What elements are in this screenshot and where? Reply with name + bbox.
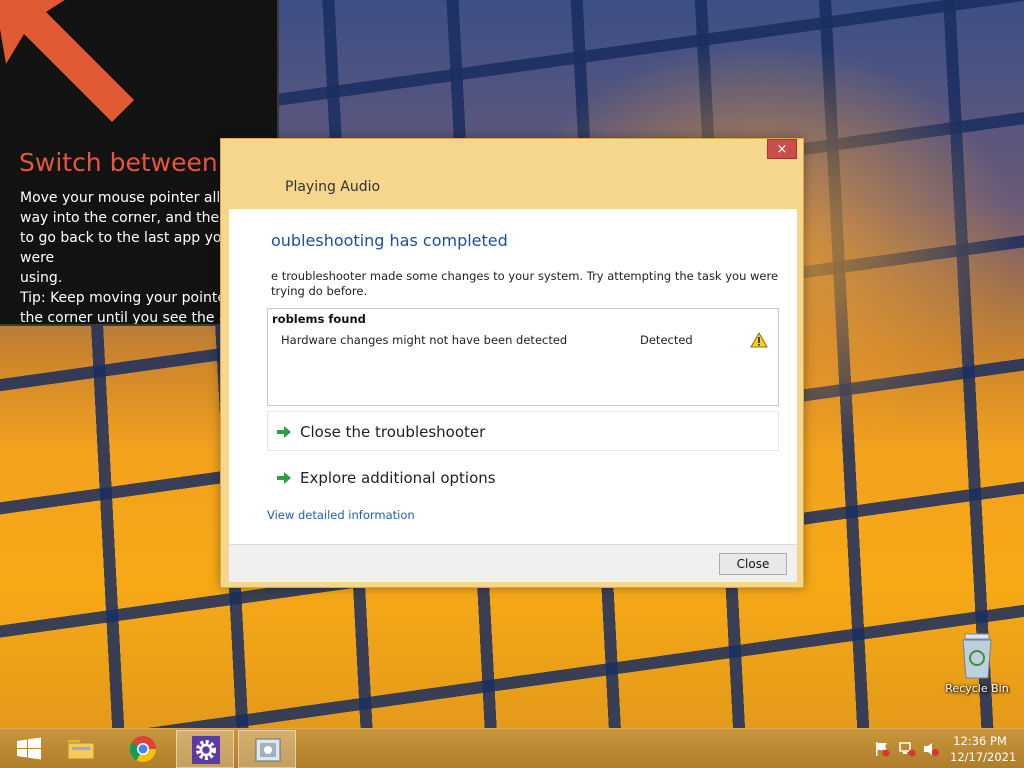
view-detailed-information-link[interactable]: View detailed information — [267, 508, 415, 522]
problem-status: Detected — [640, 333, 693, 347]
green-arrow-icon — [277, 472, 291, 484]
chrome-button[interactable] — [114, 730, 172, 768]
dialog-title: Playing Audio — [285, 179, 381, 195]
troubleshooter-dialog: × Playing Audio oubleshooting has comple… — [220, 138, 804, 588]
warning-icon — [750, 332, 768, 348]
troubleshooter-taskbar-button[interactable] — [238, 730, 296, 768]
network-icon[interactable] — [898, 741, 916, 757]
green-arrow-icon — [277, 426, 291, 438]
problem-name: Hardware changes might not have been det… — [281, 333, 568, 347]
option-label: Explore additional options — [300, 469, 496, 487]
settings-button[interactable] — [176, 730, 234, 768]
clock-date[interactable]: 12/17/2021 — [950, 750, 1016, 764]
option-label: Close the troubleshooter — [300, 423, 486, 441]
recycle-bin[interactable]: Recycle Bin — [940, 630, 1014, 700]
recycle-bin-label: Recycle Bin — [945, 682, 1009, 695]
problems-found-box: roblems found Hardware changes might not… — [267, 308, 779, 406]
explore-options-option[interactable]: Explore additional options — [267, 457, 779, 497]
volume-muted-icon[interactable] — [922, 741, 940, 757]
corner-arrow-icon — [0, 0, 134, 122]
problems-title: roblems found — [272, 312, 366, 326]
gear-icon — [192, 736, 220, 764]
folder-icon — [67, 740, 95, 760]
close-button[interactable]: Close — [719, 553, 787, 575]
recycle-bin-icon — [962, 633, 992, 679]
chrome-icon — [129, 736, 157, 763]
dialog-footer: Close — [229, 544, 797, 582]
window-close-button[interactable]: × — [767, 139, 797, 159]
close-troubleshooter-option[interactable]: Close the troubleshooter — [267, 411, 779, 451]
completion-description: e troubleshooter made some changes to yo… — [271, 269, 779, 298]
completion-heading: oubleshooting has completed — [271, 231, 508, 250]
file-explorer-button[interactable] — [52, 730, 110, 768]
windows-logo-icon — [17, 737, 41, 760]
dialog-content: oubleshooting has completed e troublesho… — [229, 209, 797, 544]
action-center-flag-icon[interactable] — [873, 741, 891, 757]
start-button[interactable] — [0, 730, 58, 768]
taskbar: 12:36 PM 12/17/2021 — [0, 728, 1024, 768]
clock-time[interactable]: 12:36 PM — [950, 734, 1010, 748]
troubleshooter-icon — [255, 738, 281, 762]
